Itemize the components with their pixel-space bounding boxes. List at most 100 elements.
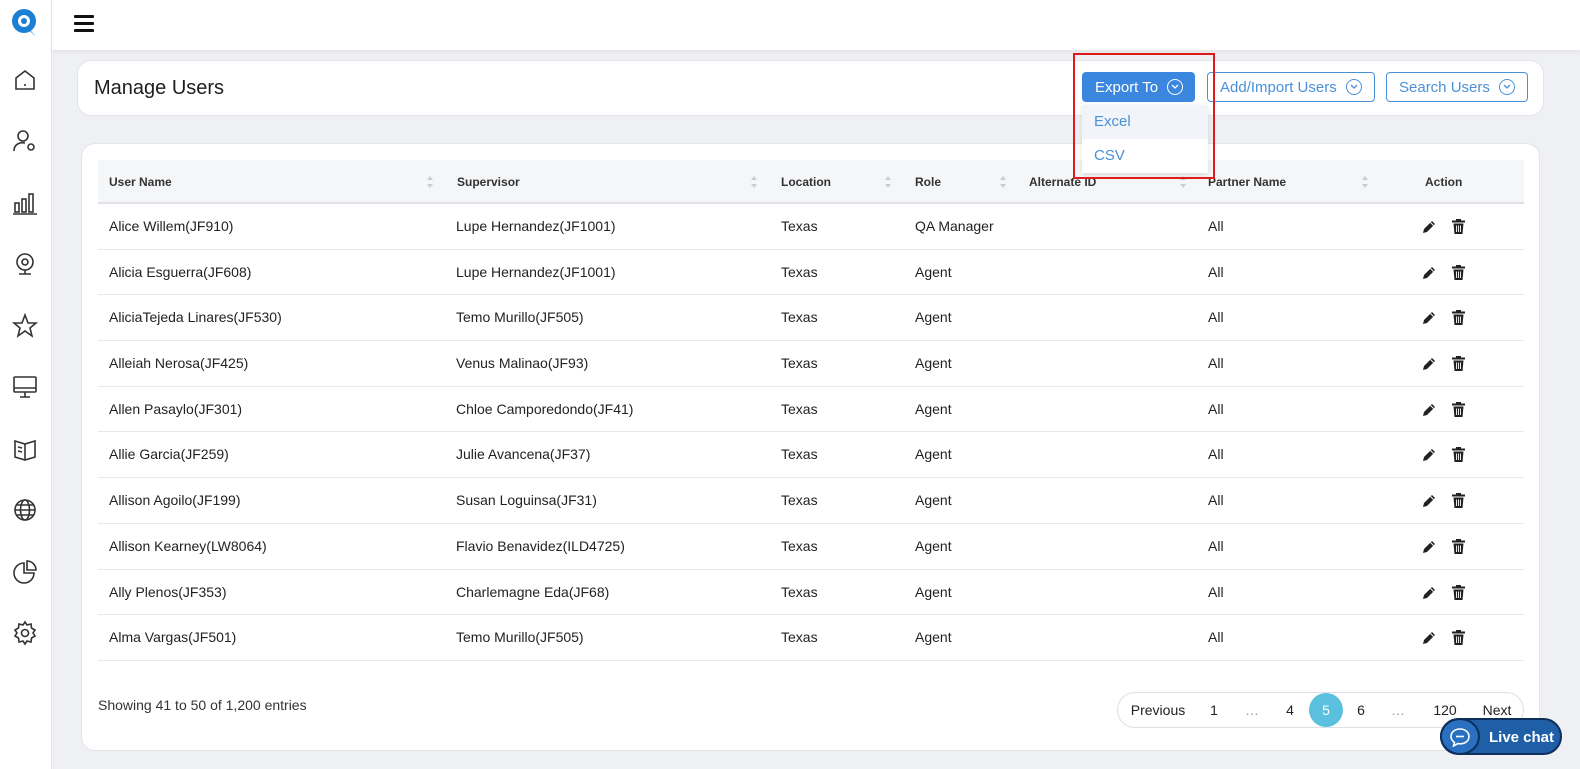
chevron-down-icon [1345, 79, 1362, 95]
edit-pencil-icon[interactable] [1421, 539, 1437, 555]
edit-pencil-icon[interactable] [1421, 493, 1437, 509]
edit-pencil-icon[interactable] [1421, 265, 1437, 281]
table-row: Allen Pasaylo(JF301) Chloe Camporedondo(J… [98, 387, 1524, 433]
cell-supervisor: Temo Murillo(JF505) [456, 309, 584, 326]
delete-trash-icon[interactable] [1452, 356, 1465, 372]
cell-user-name: Alma Vargas(JF501) [109, 629, 237, 646]
table-header: User Name Supervisor Location Role Alter… [98, 160, 1524, 204]
cell-partner-name: All [1208, 492, 1224, 509]
cell-partner-name: All [1208, 309, 1224, 326]
sort-icon[interactable] [1179, 175, 1187, 189]
column-header-user-name[interactable]: User Name [109, 160, 172, 204]
cell-user-name: Alice Willem(JF910) [109, 218, 234, 234]
delete-trash-icon[interactable] [1452, 219, 1465, 234]
home-icon[interactable] [12, 67, 38, 93]
sort-icon[interactable] [999, 175, 1007, 189]
cell-user-name: Alleiah Nerosa(JF425) [109, 355, 249, 372]
cell-role: Agent [915, 492, 952, 509]
cell-location: Texas [781, 629, 818, 646]
cell-location: Texas [781, 218, 818, 234]
cell-supervisor: Lupe Hernandez(JF1001) [456, 263, 616, 280]
pagination-previous[interactable]: Previous [1130, 693, 1186, 727]
cell-partner-name: All [1208, 446, 1224, 463]
delete-trash-icon[interactable] [1452, 493, 1465, 509]
pagination-page[interactable]: 1 [1206, 693, 1222, 727]
table-row: Alleiah Nerosa(JF425) Venus Malinao(JF93)… [98, 341, 1524, 387]
export-to-label: Export To [1095, 78, 1159, 96]
delete-trash-icon[interactable] [1452, 630, 1465, 646]
column-header-partner-name[interactable]: Partner Name [1208, 160, 1286, 204]
star-icon[interactable] [11, 312, 39, 339]
page-title: Manage Users [94, 77, 225, 99]
cell-supervisor: Lupe Hernandez(JF1001) [456, 218, 616, 234]
delete-trash-icon[interactable] [1452, 447, 1465, 463]
table-row: Allison Agoilo(JF199) Susan Loguinsa(JF31… [98, 478, 1524, 524]
cell-supervisor: Susan Loguinsa(JF31) [456, 492, 597, 509]
column-header-role[interactable]: Role [915, 160, 941, 204]
cell-role: Agent [915, 629, 952, 646]
monitor-icon[interactable] [12, 374, 38, 400]
pagination-page[interactable]: 4 [1282, 693, 1298, 727]
edit-pencil-icon[interactable] [1421, 585, 1437, 601]
search-users-label: Search Users [1399, 78, 1490, 96]
cell-user-name: Alicia Esguerra(JF608) [109, 263, 252, 280]
add-import-users-button[interactable]: Add/Import Users [1207, 72, 1375, 102]
cell-role: Agent [915, 355, 952, 372]
cell-partner-name: All [1208, 583, 1224, 600]
chevron-down-icon [1498, 79, 1515, 95]
edit-pencil-icon[interactable] [1421, 356, 1437, 372]
edit-pencil-icon[interactable] [1421, 310, 1437, 326]
export-csv-option[interactable]: CSV [1082, 139, 1208, 173]
table-row: Alicia Esguerra(JF608) Lupe Hernandez(JF1… [98, 250, 1524, 296]
cell-user-name: Allison Kearney(LW8064) [109, 537, 267, 554]
delete-trash-icon[interactable] [1452, 264, 1465, 280]
cell-user-name: Allison Agoilo(JF199) [109, 492, 241, 509]
sort-icon[interactable] [750, 175, 758, 189]
app-logo-icon[interactable] [11, 8, 39, 38]
column-header-supervisor[interactable]: Supervisor [457, 160, 520, 204]
edit-pencil-icon[interactable] [1421, 447, 1437, 463]
cell-supervisor: Temo Murillo(JF505) [456, 629, 584, 646]
export-to-button[interactable]: Export To [1082, 72, 1195, 102]
pagination-page[interactable]: 6 [1353, 693, 1369, 727]
edit-pencil-icon[interactable] [1421, 402, 1437, 418]
table-row: Alma Vargas(JF501) Temo Murillo(JF505) Tex… [98, 615, 1524, 661]
cell-supervisor: Charlemagne Eda(JF68) [456, 583, 610, 600]
pie-chart-icon[interactable] [12, 559, 38, 585]
webcam-icon[interactable] [12, 251, 38, 277]
gear-icon[interactable] [12, 620, 38, 646]
cell-role: Agent [915, 446, 952, 463]
delete-trash-icon[interactable] [1452, 538, 1465, 554]
table-row: Ally Plenos(JF353) Charlemagne Eda(JF68) T… [98, 570, 1524, 616]
column-header-location[interactable]: Location [781, 160, 831, 204]
cell-partner-name: All [1208, 629, 1224, 646]
cell-location: Texas [781, 309, 818, 326]
edit-pencil-icon[interactable] [1421, 219, 1437, 235]
delete-trash-icon[interactable] [1452, 310, 1465, 326]
cell-partner-name: All [1208, 537, 1224, 554]
live-chat-button[interactable]: Live chat [1440, 718, 1562, 755]
add-import-users-label: Add/Import Users [1220, 78, 1337, 96]
hamburger-menu-icon[interactable] [74, 15, 94, 33]
pagination-page-active[interactable]: 5 [1309, 693, 1343, 727]
table-row: Allison Kearney(LW8064) Flavio Benavidez(… [98, 524, 1524, 570]
entries-summary: Showing 41 to 50 of 1,200 entries [98, 697, 307, 713]
bar-chart-icon[interactable] [12, 190, 38, 216]
table-body: Alice Willem(JF910) Lupe Hernandez(JF1001… [98, 204, 1524, 661]
delete-trash-icon[interactable] [1452, 584, 1465, 600]
book-icon[interactable] [12, 436, 38, 462]
cell-user-name: Allen Pasaylo(JF301) [109, 400, 243, 417]
sort-icon[interactable] [884, 175, 892, 189]
export-excel-option[interactable]: Excel [1082, 105, 1208, 139]
cell-supervisor: Chloe Camporedondo(JF41) [456, 400, 634, 417]
sort-icon[interactable] [1361, 175, 1369, 189]
cell-location: Texas [781, 537, 818, 554]
cell-location: Texas [781, 492, 818, 509]
user-settings-icon[interactable] [12, 128, 38, 154]
globe-icon[interactable] [12, 497, 38, 523]
edit-pencil-icon[interactable] [1421, 630, 1437, 646]
delete-trash-icon[interactable] [1452, 401, 1465, 417]
search-users-button[interactable]: Search Users [1386, 72, 1528, 102]
sort-icon[interactable] [426, 175, 434, 189]
chevron-down-icon [1167, 79, 1184, 95]
